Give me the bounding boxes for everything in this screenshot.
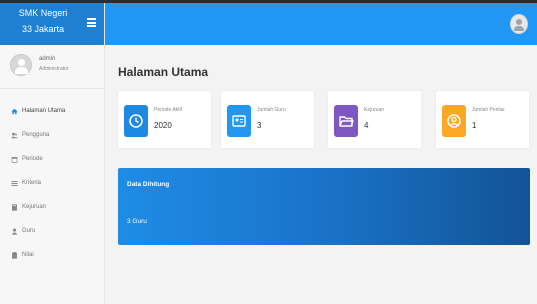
id-card-icon [232,115,246,127]
panel-title: Data Dihitung [127,181,170,188]
user-icon [11,228,18,235]
home-icon [11,108,18,114]
brand-header: SMK Negeri 33 Jakarta [0,3,104,45]
card-label: Jumlah Guru [257,107,286,113]
card-value: 1 [472,121,477,130]
user-menu-icon[interactable] [510,14,528,34]
calendar-icon [11,156,18,163]
card-value: 2020 [154,121,172,130]
book-icon [12,203,17,211]
card-value: 4 [364,121,369,130]
card-icon-box [442,105,466,137]
main-content: Halaman Utama Periode Aktif 2020 Jumlah … [105,45,537,304]
list-icon [11,180,18,186]
clock-icon [129,114,143,128]
avatar [10,54,32,76]
menu-toggle-icon[interactable] [87,18,96,27]
card-value: 3 [257,121,262,130]
card-icon-box [334,105,358,137]
sidebar-item-nilai[interactable]: Nilai [0,243,104,267]
user-panel: admin Administrator [0,45,104,89]
sidebar-item-periode[interactable]: Periode [0,147,104,171]
brand-title-line1: SMK Negeri [18,8,68,18]
page-title: Halaman Utama [118,65,209,79]
card-periode-aktif: Periode Aktif 2020 [118,91,211,148]
card-icon-box [124,105,148,137]
user-name: admin [39,56,56,62]
sidebar-item-kriteria[interactable]: Kriteria [0,171,104,195]
sidebar-item-pengguna[interactable]: Pengguna [0,123,104,147]
sidebar-item-kejuruan[interactable]: Kejuruan [0,195,104,219]
sidebar-item-halaman-utama[interactable]: Halaman Utama [0,99,104,123]
card-label: Periode Aktif [154,107,183,113]
users-icon [11,132,18,138]
card-jumlah-penilai: Jumlah Penilai 1 [436,91,529,148]
card-jumlah-guru: Jumlah Guru 3 [221,91,314,148]
person-circle-icon [447,114,461,128]
sidebar-nav: Halaman Utama Pengguna Periode Kriteria … [0,99,104,267]
folder-icon [339,116,354,127]
card-label: Kejuruan [364,107,385,113]
top-navbar [105,3,537,45]
sidebar-item-label: Halaman Utama [22,108,66,114]
brand-title-line2: 33 Jakarta [21,24,65,34]
sidebar-item-label: Periode [22,156,43,162]
sidebar-item-guru[interactable]: Guru [0,219,104,243]
sidebar-item-label: Kriteria [22,180,42,186]
sidebar-item-label: Nilai [22,252,34,258]
sidebar-item-label: Kejuruan [22,204,47,210]
panel-value: 3 Guru [127,218,147,225]
sidebar-item-label: Guru [22,228,36,234]
card-kejuruan: Kejuruan 4 [328,91,421,148]
clipboard-icon [12,251,17,259]
sidebar: SMK Negeri 33 Jakarta admin Administrato… [0,3,105,304]
card-icon-box [227,105,251,137]
card-label: Jumlah Penilai [472,107,505,113]
data-dihitung-panel: Data Dihitung 3 Guru [118,168,530,245]
user-role: Administrator [39,66,69,72]
sidebar-item-label: Pengguna [22,132,50,138]
